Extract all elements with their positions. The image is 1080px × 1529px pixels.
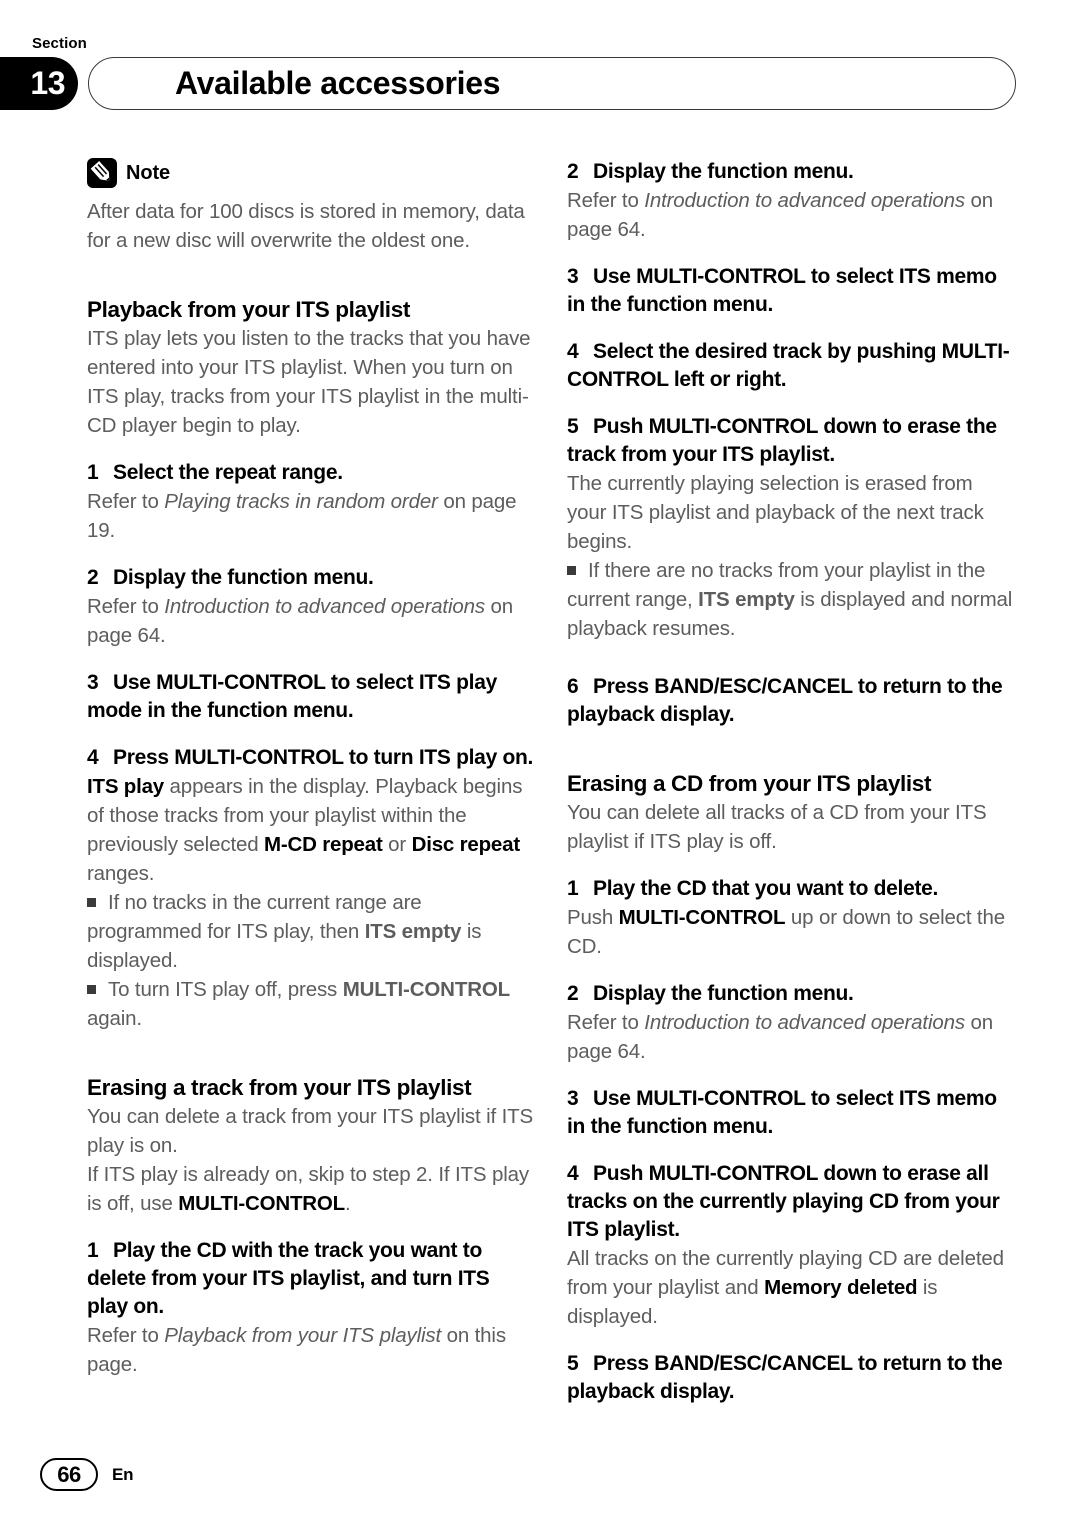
note-header: Note (87, 158, 535, 188)
page-header: Section 13 Available accessories (0, 36, 1080, 112)
step-title: Display the function menu. (593, 982, 854, 1005)
step-item: 1 Select the repeat range. (87, 459, 535, 487)
step-item: 2 Display the function menu. (87, 564, 535, 592)
step-number: 3 (87, 671, 99, 694)
step-item: 3 Use MULTI-CONTROL to select ITS play mo… (87, 669, 535, 725)
step-number: 1 (87, 1239, 99, 1262)
step-item: 5 Press BAND/ESC/CANCEL to return to the … (567, 1350, 1015, 1406)
bullet-item: To turn ITS play off, press MULTI-CONTRO… (87, 975, 535, 1033)
bullet-item: If there are no tracks from your playlis… (567, 556, 1015, 643)
step-number: 2 (87, 566, 99, 589)
square-bullet-icon (87, 898, 96, 907)
step-number: 1 (87, 461, 99, 484)
right-column: 2 Display the function menu. Refer to Int… (567, 158, 1015, 1406)
step-item: 4 Press MULTI-CONTROL to turn ITS play on… (87, 744, 535, 772)
bullet-text: If no tracks in the current range are pr… (87, 891, 482, 972)
square-bullet-icon (567, 566, 576, 575)
step-item: 1 Play the CD with the track you want to … (87, 1237, 535, 1321)
step-body: All tracks on the currently playing CD a… (567, 1247, 1004, 1328)
step-number: 2 (567, 160, 579, 183)
heading-erasing-cd: Erasing a CD from your ITS playlist (567, 771, 932, 796)
note-body: After data for 100 discs is stored in me… (87, 200, 525, 252)
step-number: 1 (567, 877, 579, 900)
step-item: 2 Display the function menu. (567, 158, 1015, 186)
step-title: Display the function menu. (593, 160, 854, 183)
manual-page: Section 13 Available accessories Note Af… (0, 0, 1080, 1529)
step-title: Select the repeat range. (113, 461, 343, 484)
step-number: 4 (567, 1162, 579, 1185)
step-title: Select the desired track by pushing MULT… (567, 340, 1010, 391)
step-title: Press MULTI-CONTROL to turn ITS play on. (113, 746, 534, 769)
pencil-icon (87, 158, 117, 188)
step-title: Use MULTI-CONTROL to select ITS play mod… (87, 671, 497, 722)
intro-playback: ITS play lets you listen to the tracks t… (87, 327, 531, 437)
step-body: Refer to Introduction to advanced operat… (87, 595, 514, 647)
section-number-badge: 13 (0, 57, 78, 110)
language-code: En (112, 1464, 134, 1484)
step-body: Push MULTI-CONTROL up or down to select … (567, 906, 1005, 958)
step-item: 4 Select the desired track by pushing MUL… (567, 338, 1015, 394)
step-item: 4 Push MULTI-CONTROL down to erase all tr… (567, 1160, 1015, 1244)
step-title: Play the CD with the track you want to d… (87, 1239, 490, 1318)
left-column: Note After data for 100 discs is stored … (87, 158, 535, 1379)
bullet-text: To turn ITS play off, press MULTI-CONTRO… (87, 978, 511, 1030)
step-number: 5 (567, 415, 579, 438)
step-body: Refer to Introduction to advanced operat… (567, 189, 994, 241)
step-title: Play the CD that you want to delete. (593, 877, 939, 900)
step-item: 6 Press BAND/ESC/CANCEL to return to the … (567, 673, 1015, 729)
bullet-item: If no tracks in the current range are pr… (87, 888, 535, 975)
step-body: The currently playing selection is erase… (567, 472, 984, 553)
step-number: 6 (567, 675, 579, 698)
step-title: Press BAND/ESC/CANCEL to return to the p… (567, 675, 1003, 726)
step-item: 5 Push MULTI-CONTROL down to erase the tr… (567, 413, 1015, 469)
step-number: 5 (567, 1352, 579, 1375)
step-item: 1 Play the CD that you want to delete. (567, 875, 1015, 903)
step-number: 3 (567, 265, 579, 288)
step-item: 3 Use MULTI-CONTROL to select ITS memo in… (567, 1085, 1015, 1141)
heading-playback-from-its-playlist: Playback from your ITS playlist (87, 297, 411, 322)
intro-erasing-track-b: If ITS play is already on, skip to step … (87, 1163, 529, 1215)
square-bullet-icon (87, 985, 96, 994)
step-body: Refer to Introduction to advanced operat… (567, 1011, 994, 1063)
step-body: ITS play appears in the display. Playbac… (87, 775, 523, 885)
step-body: Refer to Playing tracks in random order … (87, 490, 517, 542)
bullet-text: If there are no tracks from your playlis… (567, 559, 1013, 640)
page-number-badge: 66 (40, 1458, 98, 1491)
step-body: Refer to Playback from your ITS playlist… (87, 1324, 506, 1376)
page-title: Available accessories (175, 65, 501, 101)
step-item: 3 Use MULTI-CONTROL to select ITS memo in… (567, 263, 1015, 319)
step-title: Push MULTI-CONTROL down to erase the tra… (567, 415, 997, 466)
heading-erasing-track: Erasing a track from your ITS playlist (87, 1075, 472, 1100)
step-number: 4 (567, 340, 579, 363)
step-title: Display the function menu. (113, 566, 374, 589)
note-label: Note (126, 161, 171, 184)
section-label: Section (32, 35, 87, 52)
step-title: Press BAND/ESC/CANCEL to return to the p… (567, 1352, 1003, 1403)
step-title: Use MULTI-CONTROL to select ITS memo in … (567, 265, 997, 316)
step-number: 4 (87, 746, 99, 769)
intro-erasing-track-a: You can delete a track from your ITS pla… (87, 1105, 534, 1157)
intro-erasing-cd: You can delete all tracks of a CD from y… (567, 801, 987, 853)
step-number: 3 (567, 1087, 579, 1110)
page-footer: 66 En (40, 1458, 134, 1491)
step-item: 2 Display the function menu. (567, 980, 1015, 1008)
step-title: Use MULTI-CONTROL to select ITS memo in … (567, 1087, 997, 1138)
step-title: Push MULTI-CONTROL down to erase all tra… (567, 1162, 1000, 1241)
step-number: 2 (567, 982, 579, 1005)
